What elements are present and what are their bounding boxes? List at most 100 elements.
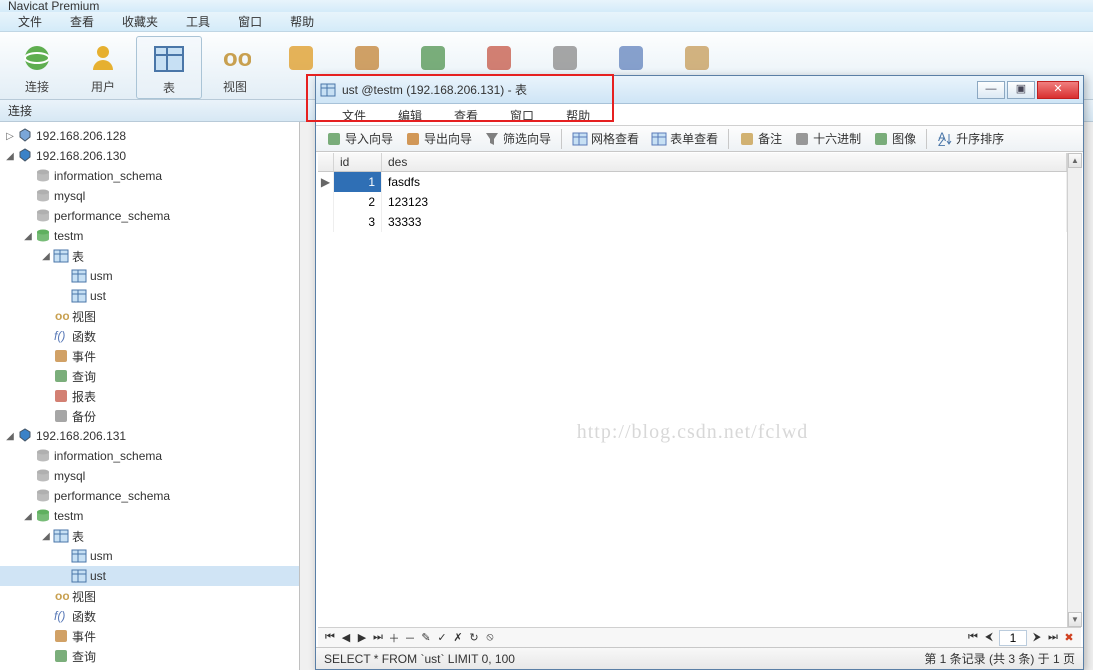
scroll-up-icon[interactable]: ▲	[1068, 153, 1082, 168]
tree-node[interactable]: f() 函数	[0, 606, 299, 626]
tree-node[interactable]: oo 视图	[0, 586, 299, 606]
tree-node[interactable]: ◢ 192.168.206.131	[0, 426, 299, 446]
subtool-filter-button[interactable]: 筛选向导	[478, 127, 557, 151]
cell-id[interactable]: 2	[334, 192, 382, 212]
page-close-icon[interactable]: ✖	[1061, 631, 1077, 644]
table-icon	[153, 43, 185, 75]
col-header-id[interactable]: id	[334, 153, 382, 171]
vertical-scrollbar[interactable]: ▲ ▼	[1067, 153, 1082, 627]
tree-node[interactable]: ◢ 表	[0, 246, 299, 266]
page-first-icon[interactable]: ⏮	[965, 631, 981, 644]
cell-id[interactable]: 1	[334, 172, 382, 192]
menu-item[interactable]: 收藏夹	[108, 12, 172, 31]
tree-node[interactable]: ust	[0, 566, 299, 586]
tree-node[interactable]: performance_schema	[0, 486, 299, 506]
tree-node[interactable]: mysql	[0, 466, 299, 486]
page-number[interactable]: 1	[999, 630, 1027, 646]
tree-node[interactable]: ◢ testm	[0, 226, 299, 246]
tree-node[interactable]: 报表	[0, 386, 299, 406]
expand-icon[interactable]: ▷	[4, 131, 16, 142]
tree-node[interactable]: mysql	[0, 186, 299, 206]
maximize-button[interactable]: ▣	[1007, 81, 1035, 99]
nav-refresh-icon[interactable]: ↻	[466, 631, 482, 644]
table-row[interactable]: ▶ 1 fasdfs	[318, 172, 1067, 192]
tree-label: 192.168.206.131	[36, 429, 126, 443]
table-row[interactable]: 3 33333	[318, 212, 1067, 232]
toolbar-table-button[interactable]: 表	[136, 36, 202, 99]
close-button[interactable]: ✕	[1037, 81, 1079, 99]
tree-node[interactable]: performance_schema	[0, 206, 299, 226]
page-prev-icon[interactable]: ⮜	[981, 631, 997, 644]
tree-node[interactable]: ust	[0, 286, 299, 306]
nav-add-icon[interactable]: ＋	[386, 630, 402, 646]
nav-cancel-icon[interactable]: ✗	[450, 631, 466, 644]
subwindow-title-bar[interactable]: ust @testm (192.168.206.131) - 表 — ▣ ✕	[316, 76, 1083, 104]
tree-node[interactable]: usm	[0, 546, 299, 566]
page-last-icon[interactable]: ⏭	[1045, 631, 1061, 644]
tree-node[interactable]: ▷ 192.168.206.128	[0, 126, 299, 146]
tree-node[interactable]: 查询	[0, 646, 299, 666]
table-row[interactable]: 2 123123	[318, 192, 1067, 212]
expand-icon[interactable]: ◢	[22, 511, 34, 522]
tree-node[interactable]: usm	[0, 266, 299, 286]
menu-item[interactable]: 查看	[56, 12, 108, 31]
tree-label: usm	[90, 549, 113, 563]
cell-des[interactable]: 33333	[382, 212, 1067, 232]
submenu-item[interactable]: 文件	[326, 104, 382, 125]
subtool-form-button[interactable]: 表单查看	[645, 127, 724, 151]
menu-item[interactable]: 工具	[172, 12, 224, 31]
col-header-des[interactable]: des	[382, 153, 1067, 171]
toolbar-globe-button[interactable]: 连接	[4, 36, 70, 99]
nav-stop-icon[interactable]: ⦸	[482, 631, 498, 644]
subtool-hex-button[interactable]: 十六进制	[788, 127, 867, 151]
tree-node[interactable]: 事件	[0, 626, 299, 646]
data-grid[interactable]: id des ▶ 1 fasdfs 2 123123 3 33333 http:…	[318, 153, 1067, 627]
menu-item[interactable]: 窗口	[224, 12, 276, 31]
proc-icon	[285, 42, 317, 74]
subtool-image-button[interactable]: 图像	[867, 127, 922, 151]
nav-last-icon[interactable]: ⏭	[370, 631, 386, 644]
tree-node[interactable]: ◢ 表	[0, 526, 299, 546]
svg-text:f(): f()	[54, 329, 65, 343]
tree-node[interactable]: f() 函数	[0, 326, 299, 346]
toolbar-user-button[interactable]: 用户	[70, 36, 136, 99]
menu-item[interactable]: 帮助	[276, 12, 328, 31]
cell-des[interactable]: fasdfs	[382, 172, 1067, 192]
nav-commit-icon[interactable]: ✓	[434, 631, 450, 644]
tree-node[interactable]: ◢ 192.168.206.130	[0, 146, 299, 166]
nav-edit-icon[interactable]: ✎	[418, 631, 434, 644]
submenu-item[interactable]: 编辑	[382, 104, 438, 125]
nav-delete-icon[interactable]: －	[402, 630, 418, 646]
expand-icon[interactable]: ◢	[40, 531, 52, 542]
expand-icon[interactable]: ◢	[4, 431, 16, 442]
tree-node[interactable]: 备份	[0, 406, 299, 426]
filter-icon	[484, 131, 500, 147]
tree-node[interactable]: ◢ testm	[0, 506, 299, 526]
nav-first-icon[interactable]: ⏮	[322, 631, 338, 644]
tree-node[interactable]: 查询	[0, 366, 299, 386]
submenu-item[interactable]: 帮助	[550, 104, 606, 125]
expand-icon[interactable]: ◢	[40, 251, 52, 262]
submenu-item[interactable]: 查看	[438, 104, 494, 125]
nav-prev-icon[interactable]: ◀	[338, 631, 354, 644]
subtool-sortasc-button[interactable]: AZ 升序排序	[931, 127, 1010, 151]
toolbar-view-button[interactable]: oo 视图	[202, 36, 268, 99]
expand-icon[interactable]: ◢	[22, 231, 34, 242]
minimize-button[interactable]: —	[977, 81, 1005, 99]
expand-icon[interactable]: ◢	[4, 151, 16, 162]
menu-item[interactable]: 文件	[4, 12, 56, 31]
cell-des[interactable]: 123123	[382, 192, 1067, 212]
page-next-icon[interactable]: ⮞	[1029, 631, 1045, 644]
subtool-export-button[interactable]: 导出向导	[399, 127, 478, 151]
cell-id[interactable]: 3	[334, 212, 382, 232]
tree-node[interactable]: information_schema	[0, 446, 299, 466]
tree-node[interactable]: information_schema	[0, 166, 299, 186]
nav-next-icon[interactable]: ▶	[354, 631, 370, 644]
subtool-grid-button[interactable]: 网格查看	[566, 127, 645, 151]
subtool-memo-button[interactable]: 备注	[733, 127, 788, 151]
tree-node[interactable]: oo 视图	[0, 306, 299, 326]
scroll-down-icon[interactable]: ▼	[1068, 612, 1082, 627]
submenu-item[interactable]: 窗口	[494, 104, 550, 125]
subtool-import-button[interactable]: 导入向导	[320, 127, 399, 151]
tree-node[interactable]: 事件	[0, 346, 299, 366]
